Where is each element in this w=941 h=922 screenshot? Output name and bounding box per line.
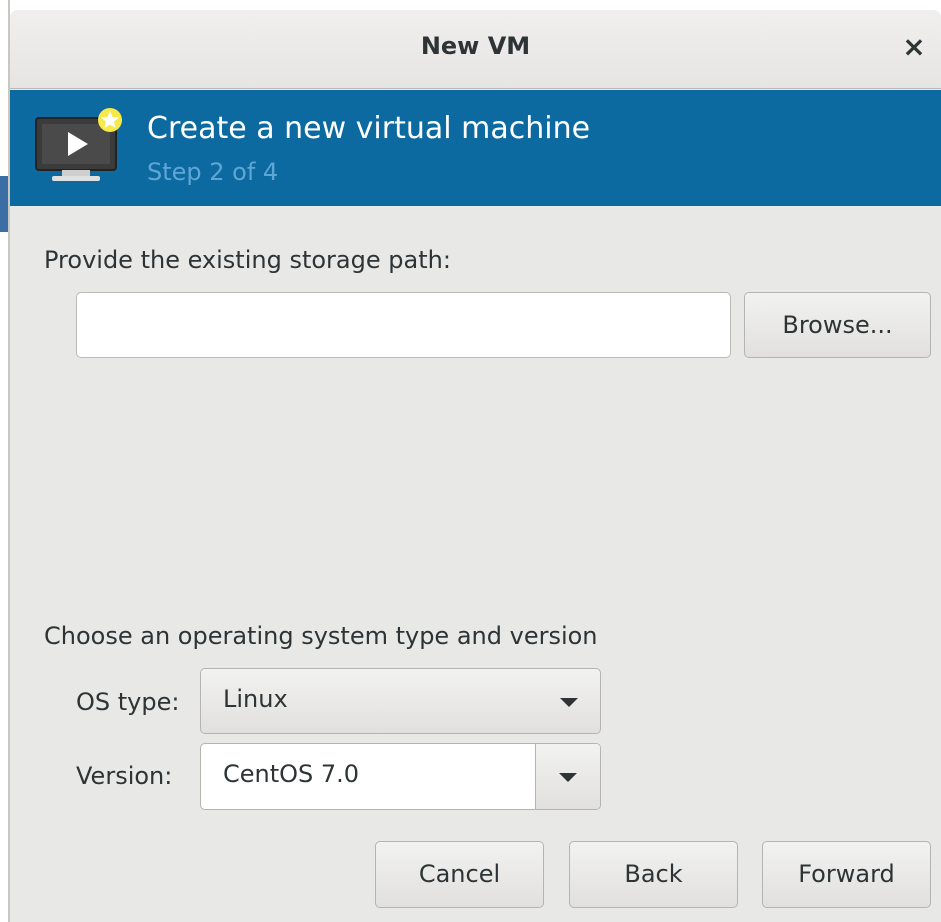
- chevron-down-icon: [559, 773, 577, 782]
- os-section-label: Choose an operating system type and vers…: [44, 622, 598, 650]
- background-window-edge: [0, 0, 10, 922]
- version-dropdown-button[interactable]: [535, 744, 600, 809]
- os-type-dropdown[interactable]: Linux: [200, 668, 601, 734]
- version-combo[interactable]: CentOS 7.0: [200, 743, 601, 810]
- new-vm-dialog: New VM × Create a new virtual machine St…: [10, 10, 941, 922]
- browse-button[interactable]: Browse...: [744, 292, 931, 358]
- storage-path-input[interactable]: [76, 292, 731, 358]
- background-window-accent: [0, 176, 8, 232]
- window-title: New VM: [420, 32, 531, 60]
- vm-monitor-new-icon: [35, 108, 122, 181]
- os-type-label: OS type:: [76, 688, 180, 716]
- back-button[interactable]: Back: [569, 841, 738, 908]
- wizard-heading: Create a new virtual machine: [147, 111, 591, 146]
- wizard-banner: Create a new virtual machine Step 2 of 4: [10, 90, 941, 206]
- chevron-down-icon: [560, 698, 578, 707]
- titlebar[interactable]: New VM ×: [10, 10, 941, 89]
- wizard-step-indicator: Step 2 of 4: [147, 158, 279, 186]
- close-icon[interactable]: ×: [897, 30, 931, 64]
- version-value[interactable]: CentOS 7.0: [223, 760, 359, 788]
- cancel-button[interactable]: Cancel: [375, 841, 544, 908]
- version-label: Version:: [76, 762, 173, 790]
- forward-button[interactable]: Forward: [762, 841, 931, 908]
- os-type-value: Linux: [223, 685, 288, 713]
- storage-path-label: Provide the existing storage path:: [44, 246, 451, 274]
